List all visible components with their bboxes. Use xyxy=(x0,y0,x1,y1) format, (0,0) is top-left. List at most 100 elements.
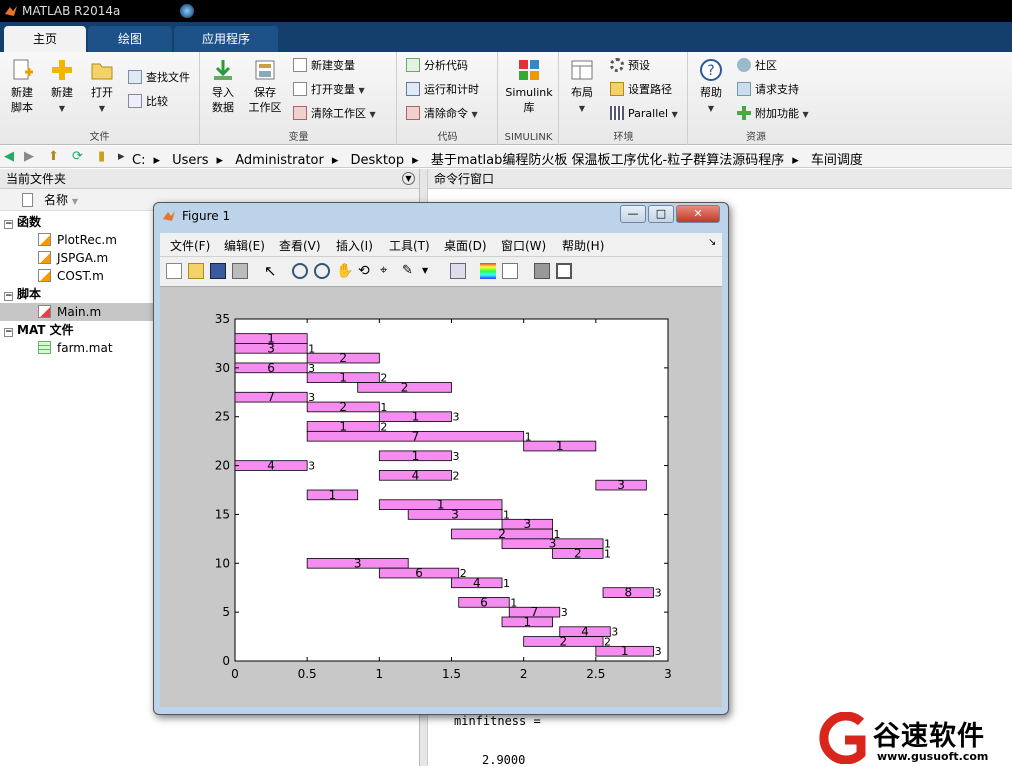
new-variable-button[interactable]: 新建变量 xyxy=(293,56,355,76)
menu-file[interactable]: 文件(F) xyxy=(170,237,210,254)
help-label: 帮助 xyxy=(700,86,722,99)
breadcrumb-item[interactable]: C: xyxy=(132,153,145,168)
request-support-label: 请求支持 xyxy=(755,83,799,96)
menu-insert[interactable]: 插入(I) xyxy=(336,237,373,254)
colorbar-icon[interactable] xyxy=(480,263,496,279)
matlab-script-file-icon xyxy=(38,305,51,318)
preferences-button[interactable]: 预设 xyxy=(610,56,650,76)
menu-help[interactable]: 帮助(H) xyxy=(562,237,604,254)
pointer-icon[interactable]: ↖ xyxy=(264,263,280,279)
compare-button[interactable]: 比较 xyxy=(128,92,168,112)
panel-menu-icon[interactable]: ▼ xyxy=(402,172,415,185)
up-folder-icon[interactable]: ⬆ xyxy=(48,149,59,165)
breadcrumb-item[interactable]: 车间调度 xyxy=(811,153,863,168)
group-functions[interactable]: − 函数 xyxy=(4,213,41,231)
print-icon[interactable] xyxy=(232,263,248,279)
run-and-time-label: 运行和计时 xyxy=(424,83,479,96)
link-plot-icon[interactable] xyxy=(450,263,466,279)
clear-workspace-button[interactable]: 清除工作区 ▼ xyxy=(293,104,376,124)
figure-canvas[interactable]: 1312631227321131271113434231131321312136… xyxy=(160,287,722,707)
import-data-button[interactable]: 导入 数据 xyxy=(201,58,245,115)
group-label-simulink: SIMULINK xyxy=(504,132,553,143)
clear-commands-button[interactable]: 清除命令 ▼ xyxy=(406,104,478,124)
menu-view[interactable]: 查看(V) xyxy=(279,237,321,254)
group-scripts[interactable]: − 脚本 xyxy=(4,285,41,303)
find-files-label: 查找文件 xyxy=(146,71,190,84)
bar-label: 8 xyxy=(624,586,632,600)
open-variable-button[interactable]: 打开变量 ▼ xyxy=(293,80,365,100)
collapse-icon[interactable]: − xyxy=(4,220,13,229)
group-mat-files[interactable]: − MAT 文件 xyxy=(4,321,74,339)
layout-button[interactable]: 布局 ▼ xyxy=(560,58,604,116)
collapse-icon[interactable]: − xyxy=(4,292,13,301)
tab-apps[interactable]: 应用程序 xyxy=(174,26,278,52)
figure-window[interactable]: Figure 1 — □ ✕ 文件(F) 编辑(E) 查看(V) 插入(I) 工… xyxy=(153,202,729,715)
analyze-code-button[interactable]: 分析代码 xyxy=(406,56,468,76)
add-ons-button[interactable]: 附加功能 ▼ xyxy=(737,104,809,124)
parallel-button[interactable]: Parallel ▼ xyxy=(610,104,678,124)
back-arrow-icon[interactable]: ◀ xyxy=(4,149,14,165)
bar-label: 6 xyxy=(267,361,275,375)
new-button[interactable]: 新建 ▼ xyxy=(40,58,84,116)
compare-label: 比较 xyxy=(146,95,168,108)
brush-icon[interactable]: ✎ xyxy=(402,263,418,279)
open-file-icon[interactable] xyxy=(188,263,204,279)
open-button[interactable]: 打开 ▼ xyxy=(80,58,124,116)
set-path-button[interactable]: 设置路径 xyxy=(610,80,672,100)
new-script-button[interactable]: 新建 脚本 xyxy=(0,58,44,115)
help-button[interactable]: ? 帮助 ▼ xyxy=(689,58,733,116)
pan-icon[interactable]: ✋ xyxy=(336,263,353,279)
group-label-variable: 变量 xyxy=(288,132,309,143)
simulink-library-button[interactable]: Simulink 库 xyxy=(505,58,553,115)
new-figure-icon[interactable] xyxy=(166,263,182,279)
brush-dropdown-icon[interactable]: ▼ xyxy=(422,263,430,279)
watermark-logo: 谷速软件 www.gusuoft.com xyxy=(815,710,1012,766)
close-button[interactable]: ✕ xyxy=(676,205,720,223)
list-item-selected[interactable]: Main.m xyxy=(0,303,155,321)
legend-icon[interactable] xyxy=(502,263,518,279)
new-dropdown-arrow-icon: ▼ xyxy=(58,104,66,113)
list-item[interactable]: COST.m xyxy=(38,267,104,285)
save-workspace-button[interactable]: 保存 工作区 xyxy=(243,58,287,115)
collapse-icon[interactable]: − xyxy=(4,328,13,337)
browse-folder-icon[interactable]: ⟳ xyxy=(72,149,83,165)
forward-arrow-icon[interactable]: ▶ xyxy=(24,149,34,165)
y-tick-label: 15 xyxy=(215,507,230,521)
zoom-out-icon[interactable] xyxy=(314,263,330,279)
breadcrumb-item[interactable]: 基于matlab编程防火板 保温板工序优化-粒子群算法源码程序 xyxy=(431,153,784,168)
clear-workspace-arrow-icon: ▼ xyxy=(369,110,376,119)
run-and-time-button[interactable]: 运行和计时 xyxy=(406,80,479,100)
tab-plots[interactable]: 绘图 xyxy=(88,26,172,52)
breadcrumb-item[interactable]: Desktop xyxy=(351,153,405,168)
command-window-title: 命令行窗口 xyxy=(434,172,495,186)
x-tick-label: 3 xyxy=(664,667,672,681)
breadcrumb-item[interactable]: Administrator xyxy=(235,153,324,168)
request-support-button[interactable]: 请求支持 xyxy=(737,80,799,100)
save-icon[interactable] xyxy=(210,263,226,279)
layout-label: 布局 xyxy=(571,86,593,99)
plus-icon xyxy=(52,60,72,80)
show-plot-tools-icon[interactable] xyxy=(556,263,572,279)
bar-end-label: 3 xyxy=(308,460,315,473)
list-item[interactable]: JSPGA.m xyxy=(38,249,108,267)
menu-edit[interactable]: 编辑(E) xyxy=(224,237,265,254)
menu-desktop[interactable]: 桌面(D) xyxy=(444,237,487,254)
zoom-in-icon[interactable] xyxy=(292,263,308,279)
gantt-chart[interactable]: 13 126 31 227 32 11 31 27 111 34 34 23113 132 13 12 136… xyxy=(160,287,722,707)
maximize-button[interactable]: □ xyxy=(648,205,674,223)
list-item[interactable]: PlotRec.m xyxy=(38,231,117,249)
hide-plot-tools-icon[interactable] xyxy=(534,263,550,279)
menu-dock-icon[interactable]: ↘ xyxy=(708,237,716,248)
community-button[interactable]: 社区 xyxy=(737,56,777,76)
minimize-button[interactable]: — xyxy=(620,205,646,223)
brand-logo-icon xyxy=(819,712,866,764)
menu-window[interactable]: 窗口(W) xyxy=(501,237,546,254)
list-item[interactable]: farm.mat xyxy=(38,339,113,357)
menu-tools[interactable]: 工具(T) xyxy=(389,237,430,254)
tab-home[interactable]: 主页 xyxy=(4,26,86,52)
rotate-icon[interactable]: ⟲ xyxy=(358,263,374,279)
breadcrumb-item[interactable]: Users xyxy=(172,153,208,168)
group-label: 脚本 xyxy=(17,287,42,301)
data-cursor-icon[interactable]: ⌖ xyxy=(380,263,396,279)
find-files-button[interactable]: 查找文件 xyxy=(128,68,190,88)
